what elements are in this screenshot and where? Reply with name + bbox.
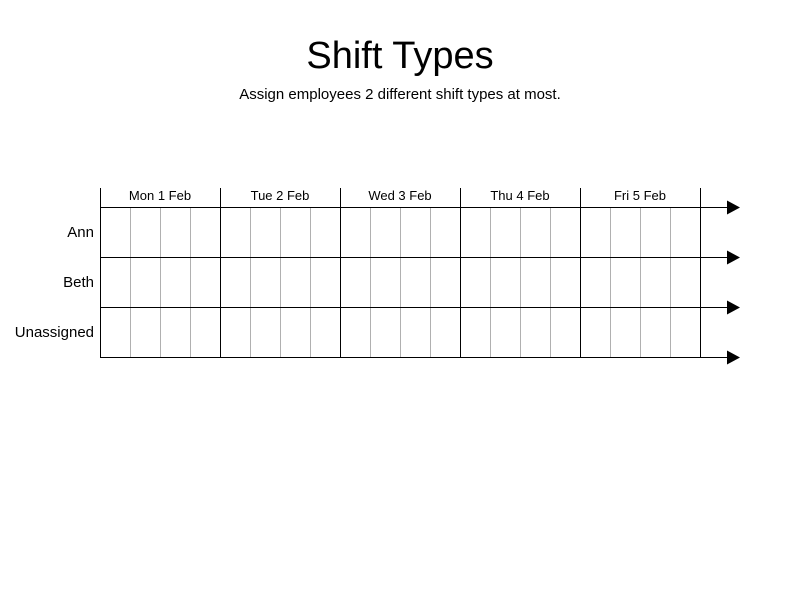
day-header: Mon 1 Feb: [129, 188, 191, 203]
employee-row-label: Ann: [67, 224, 94, 241]
arrow-right-icon: [727, 350, 740, 365]
day-header: Thu 4 Feb: [490, 188, 549, 203]
employee-row-label: Beth: [63, 274, 94, 291]
day-header: Fri 5 Feb: [614, 188, 666, 203]
arrow-right-icon: [727, 300, 740, 315]
schedule-grid: Mon 1 Feb Tue 2 Feb Wed 3 Feb Thu 4 Feb Fri …: [15, 188, 740, 365]
employee-row-label: Unassigned: [15, 324, 94, 341]
arrow-right-icon: [727, 250, 740, 265]
day-header: Tue 2 Feb: [251, 188, 310, 203]
arrow-right-icon: [727, 200, 740, 215]
day-header: Wed 3 Feb: [368, 188, 431, 203]
